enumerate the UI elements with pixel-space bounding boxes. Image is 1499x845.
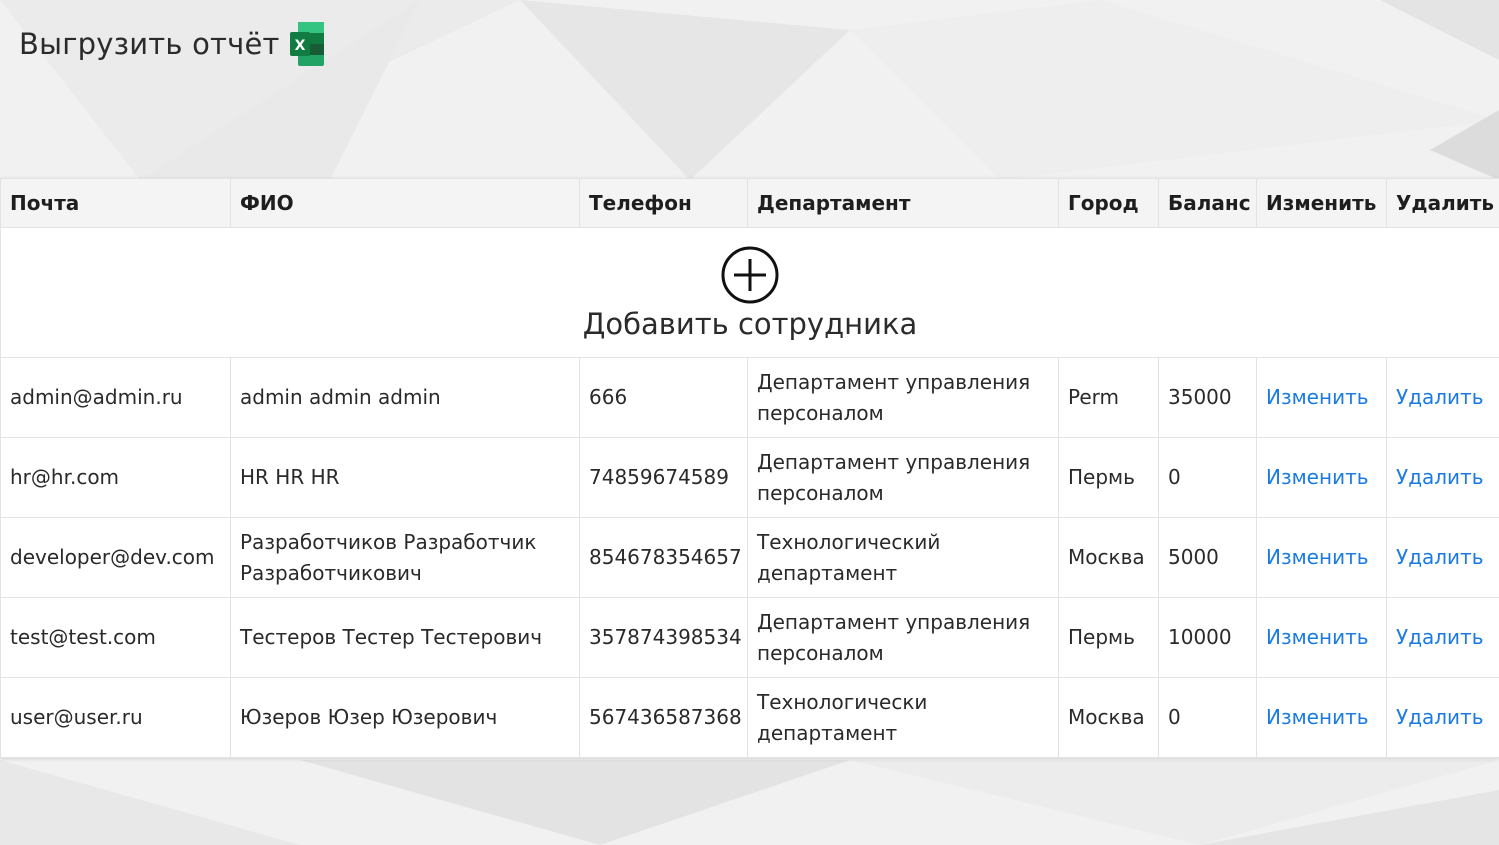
column-header-name: ФИО — [230, 178, 580, 228]
employees-table-container: Почта ФИО Телефон Департамент Город Бала… — [0, 178, 1499, 758]
export-report-button[interactable]: Выгрузить отчёт X — [19, 22, 324, 66]
column-header-phone: Телефон — [579, 178, 748, 228]
cell-delete: Удалить — [1386, 517, 1499, 598]
cell-department: Технологический департамент — [747, 517, 1059, 598]
edit-link[interactable]: Изменить — [1266, 465, 1369, 489]
cell-department: Департамент управления персоналом — [747, 597, 1059, 678]
cell-balance: 0 — [1158, 437, 1257, 518]
cell-delete: Удалить — [1386, 357, 1499, 438]
cell-delete: Удалить — [1386, 677, 1499, 758]
table-row: user@user.ru Юзеров Юзер Юзерович 567436… — [0, 677, 1499, 758]
cell-name: Разработчиков Разработчик Разработчикови… — [230, 517, 580, 598]
delete-link[interactable]: Удалить — [1396, 705, 1484, 729]
column-header-delete: Удалить — [1386, 178, 1499, 228]
cell-phone: 854678354657 — [579, 517, 748, 598]
cell-edit: Изменить — [1256, 437, 1387, 518]
cell-phone: 567436587368 — [579, 677, 748, 758]
cell-edit: Изменить — [1256, 517, 1387, 598]
table-row: developer@dev.com Разработчиков Разработ… — [0, 517, 1499, 598]
cell-phone: 357874398534 — [579, 597, 748, 678]
cell-city: Perm — [1058, 357, 1159, 438]
excel-icon[interactable]: X — [289, 22, 324, 66]
add-employee-button[interactable]: Добавить сотрудника — [582, 244, 918, 342]
cell-phone: 666 — [579, 357, 748, 438]
add-employee-label: Добавить сотрудника — [582, 306, 918, 341]
cell-edit: Изменить — [1256, 597, 1387, 678]
export-report-label: Выгрузить отчёт — [19, 27, 280, 61]
cell-balance: 10000 — [1158, 597, 1257, 678]
cell-city: Москва — [1058, 517, 1159, 598]
delete-link[interactable]: Удалить — [1396, 385, 1484, 409]
column-header-department: Департамент — [747, 178, 1059, 228]
delete-link[interactable]: Удалить — [1396, 545, 1484, 569]
employees-table: Почта ФИО Телефон Департамент Город Бала… — [0, 178, 1499, 758]
cell-email: user@user.ru — [0, 677, 231, 758]
cell-delete: Удалить — [1386, 597, 1499, 678]
delete-link[interactable]: Удалить — [1396, 625, 1484, 649]
cell-edit: Изменить — [1256, 677, 1387, 758]
cell-balance: 5000 — [1158, 517, 1257, 598]
cell-balance: 0 — [1158, 677, 1257, 758]
delete-link[interactable]: Удалить — [1396, 465, 1484, 489]
cell-email: developer@dev.com — [0, 517, 231, 598]
cell-department: Технологически департамент — [747, 677, 1059, 758]
cell-name: Тестеров Тестер Тестерович — [230, 597, 580, 678]
cell-email: test@test.com — [0, 597, 231, 678]
add-employee-cell: Добавить сотрудника — [0, 227, 1499, 358]
edit-link[interactable]: Изменить — [1266, 625, 1369, 649]
cell-email: hr@hr.com — [0, 437, 231, 518]
cell-phone: 74859674589 — [579, 437, 748, 518]
cell-delete: Удалить — [1386, 437, 1499, 518]
column-header-edit: Изменить — [1256, 178, 1387, 228]
edit-link[interactable]: Изменить — [1266, 545, 1369, 569]
add-employee-row: Добавить сотрудника — [0, 227, 1499, 358]
table-row: test@test.com Тестеров Тестер Тестерович… — [0, 597, 1499, 678]
page: Выгрузить отчёт X Почта ФИО Телефон Депа… — [0, 0, 1499, 845]
svg-text:X: X — [294, 38, 305, 54]
cell-city: Пермь — [1058, 437, 1159, 518]
cell-city: Пермь — [1058, 597, 1159, 678]
column-header-city: Город — [1058, 178, 1159, 228]
cell-name: admin admin admin — [230, 357, 580, 438]
cell-email: admin@admin.ru — [0, 357, 231, 438]
cell-department: Департамент управления персоналом — [747, 357, 1059, 438]
column-header-email: Почта — [0, 178, 231, 228]
plus-circle-icon[interactable] — [721, 246, 779, 304]
table-row: hr@hr.com HR HR HR 74859674589 Департаме… — [0, 437, 1499, 518]
cell-edit: Изменить — [1256, 357, 1387, 438]
table-header-row: Почта ФИО Телефон Департамент Город Бала… — [0, 178, 1499, 228]
edit-link[interactable]: Изменить — [1266, 385, 1369, 409]
cell-name: HR HR HR — [230, 437, 580, 518]
column-header-balance: Баланс — [1158, 178, 1257, 228]
edit-link[interactable]: Изменить — [1266, 705, 1369, 729]
cell-city: Москва — [1058, 677, 1159, 758]
cell-department: Департамент управления персоналом — [747, 437, 1059, 518]
cell-balance: 35000 — [1158, 357, 1257, 438]
table-row: admin@admin.ru admin admin admin 666 Деп… — [0, 357, 1499, 438]
cell-name: Юзеров Юзер Юзерович — [230, 677, 580, 758]
